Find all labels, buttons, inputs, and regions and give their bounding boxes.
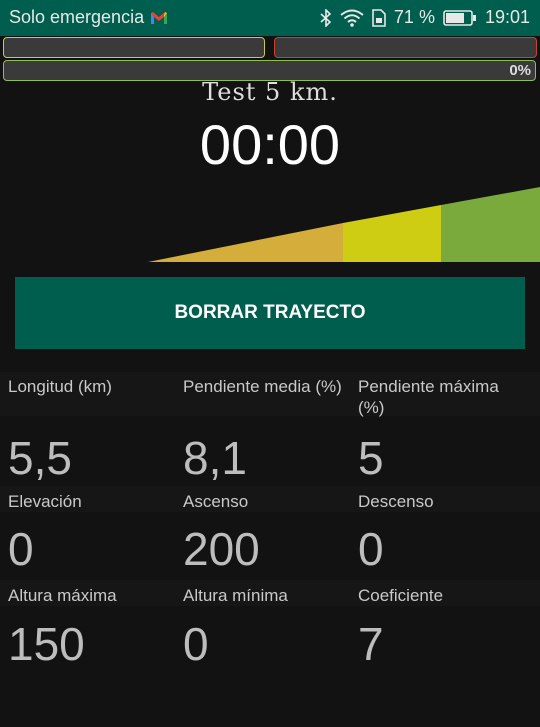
status-left: Solo emergencia	[9, 7, 168, 28]
stat-label-coefficient: Coeficiente	[358, 586, 444, 605]
sim-icon	[372, 8, 386, 27]
stat-label-descent: Descenso	[358, 492, 434, 511]
progress-bar-right	[274, 37, 537, 58]
progress-bar-left	[3, 37, 265, 58]
stat-value-elevation: 0	[8, 523, 34, 575]
bluetooth-icon	[320, 8, 332, 27]
stat-value-min-altitude: 0	[183, 618, 209, 670]
progress-percent: 0%	[509, 62, 531, 79]
stat-label-max-altitude: Altura máxima	[8, 586, 117, 605]
stat-label-elevation: Elevación	[8, 492, 82, 511]
stat-label-length: Longitud (km)	[8, 377, 112, 396]
timer: 00:00	[199, 113, 341, 176]
stat-value-ascent: 200	[183, 523, 260, 575]
profile-segment	[441, 187, 540, 262]
stat-label-ascent: Ascenso	[183, 492, 249, 511]
stat-label-min-altitude: Altura mínima	[183, 586, 288, 605]
gmail-icon	[150, 11, 168, 25]
stat-label-avg-slope: Pendiente media (%)	[183, 377, 342, 396]
route-name: Test 5 km.	[202, 78, 338, 106]
battery-icon	[443, 9, 477, 26]
stat-value-avg-slope: 8,1	[183, 432, 247, 484]
wifi-icon	[340, 9, 364, 27]
clear-route-button[interactable]: BORRAR TRAYECTO	[15, 277, 525, 349]
carrier-text: Solo emergencia	[9, 7, 145, 27]
stat-value-descent: 0	[358, 523, 384, 575]
battery-text: 71 %	[393, 7, 435, 27]
stat-label-max-slope: Pendiente máxima (%)	[358, 377, 499, 417]
stat-value-coefficient: 7	[358, 618, 384, 670]
status-right: 71 % 19:01	[320, 7, 530, 28]
stat-value-max-slope: 5	[358, 432, 384, 484]
stat-value-max-altitude: 150	[8, 618, 85, 670]
profile-segment	[148, 223, 343, 262]
profile-segment	[343, 205, 441, 262]
status-bar: Solo emergencia 71 % 19:01	[0, 0, 540, 36]
elevation-profile	[148, 187, 540, 262]
clock-text: 19:01	[484, 7, 530, 27]
stat-value-length: 5,5	[8, 432, 72, 484]
